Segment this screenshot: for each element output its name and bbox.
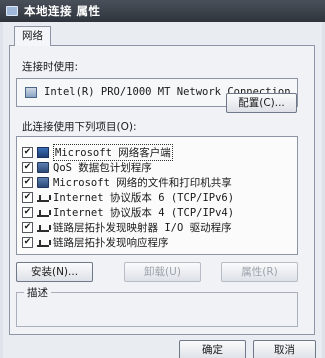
properties-button[interactable]: 属性(R) [221, 262, 298, 282]
list-item-label: QoS 数据包计划程序 [53, 161, 152, 174]
service-icon [37, 161, 49, 173]
checkbox[interactable]: ✔ [22, 236, 33, 248]
list-item[interactable]: ✔ 链路层拓扑发现映射器 I/O 驱动程序 [22, 220, 232, 234]
properties-dialog: 网络 连接时使用: Intel(R) PRO/1000 MT Network C… [3, 22, 322, 358]
components-list[interactable]: ✔ Microsoft 网络客户端 ✔ QoS 数据包计划程序 ✔ Micros… [16, 136, 298, 255]
uninstall-button[interactable]: 卸载(U) [124, 262, 201, 282]
checkbox[interactable]: ✔ [22, 206, 33, 218]
connect-using-label: 连接时使用: [22, 61, 79, 73]
list-item-label: Internet 协议版本 6 (TCP/IPv6) [53, 191, 235, 204]
checkbox[interactable]: ✔ [22, 161, 33, 173]
list-item[interactable]: ✔ Internet 协议版本 6 (TCP/IPv6) [22, 190, 234, 204]
list-item-label: Microsoft 网络客户端 [53, 143, 173, 161]
protocol-icon [37, 223, 51, 232]
checkbox[interactable]: ✔ [22, 176, 33, 188]
network-client-icon [37, 146, 49, 158]
service-icon [37, 176, 49, 188]
checkbox[interactable]: ✔ [22, 191, 33, 203]
protocol-icon [37, 193, 51, 202]
window-title: 本地连接 属性 [24, 4, 101, 18]
list-item-label: 链路层拓扑发现响应程序 [53, 236, 169, 249]
list-item[interactable]: ✔ QoS 数据包计划程序 [22, 160, 152, 174]
checkbox[interactable]: ✔ [22, 146, 33, 158]
description-title: 描述 [24, 285, 51, 300]
description-group [16, 292, 298, 327]
list-item-label: Microsoft 网络的文件和打印机共享 [53, 176, 232, 189]
ok-button[interactable]: 确定 [179, 340, 246, 358]
network-adapter-icon [25, 87, 37, 98]
tab-networking[interactable]: 网络 [14, 26, 51, 46]
configure-button[interactable]: 配置(C)... [226, 93, 297, 113]
title-bar: 本地连接 属性 [0, 0, 325, 22]
checkbox[interactable]: ✔ [22, 221, 33, 233]
protocol-icon [37, 208, 51, 217]
list-item[interactable]: ✔ Internet 协议版本 4 (TCP/IPv4) [22, 205, 234, 219]
list-item[interactable]: ✔ Microsoft 网络的文件和打印机共享 [22, 175, 232, 189]
list-item[interactable]: ✔ Microsoft 网络客户端 [22, 143, 173, 161]
cancel-button[interactable]: 取消 [253, 340, 316, 358]
items-label: 此连接使用下列项目(O): [22, 121, 137, 133]
list-item-label: 链路层拓扑发现映射器 I/O 驱动程序 [53, 221, 232, 234]
list-item-label: Internet 协议版本 4 (TCP/IPv4) [53, 206, 235, 219]
list-item[interactable]: ✔ 链路层拓扑发现响应程序 [22, 235, 169, 249]
install-button[interactable]: 安装(N)... [16, 262, 93, 282]
protocol-icon [37, 238, 51, 247]
network-connection-icon [6, 6, 18, 16]
